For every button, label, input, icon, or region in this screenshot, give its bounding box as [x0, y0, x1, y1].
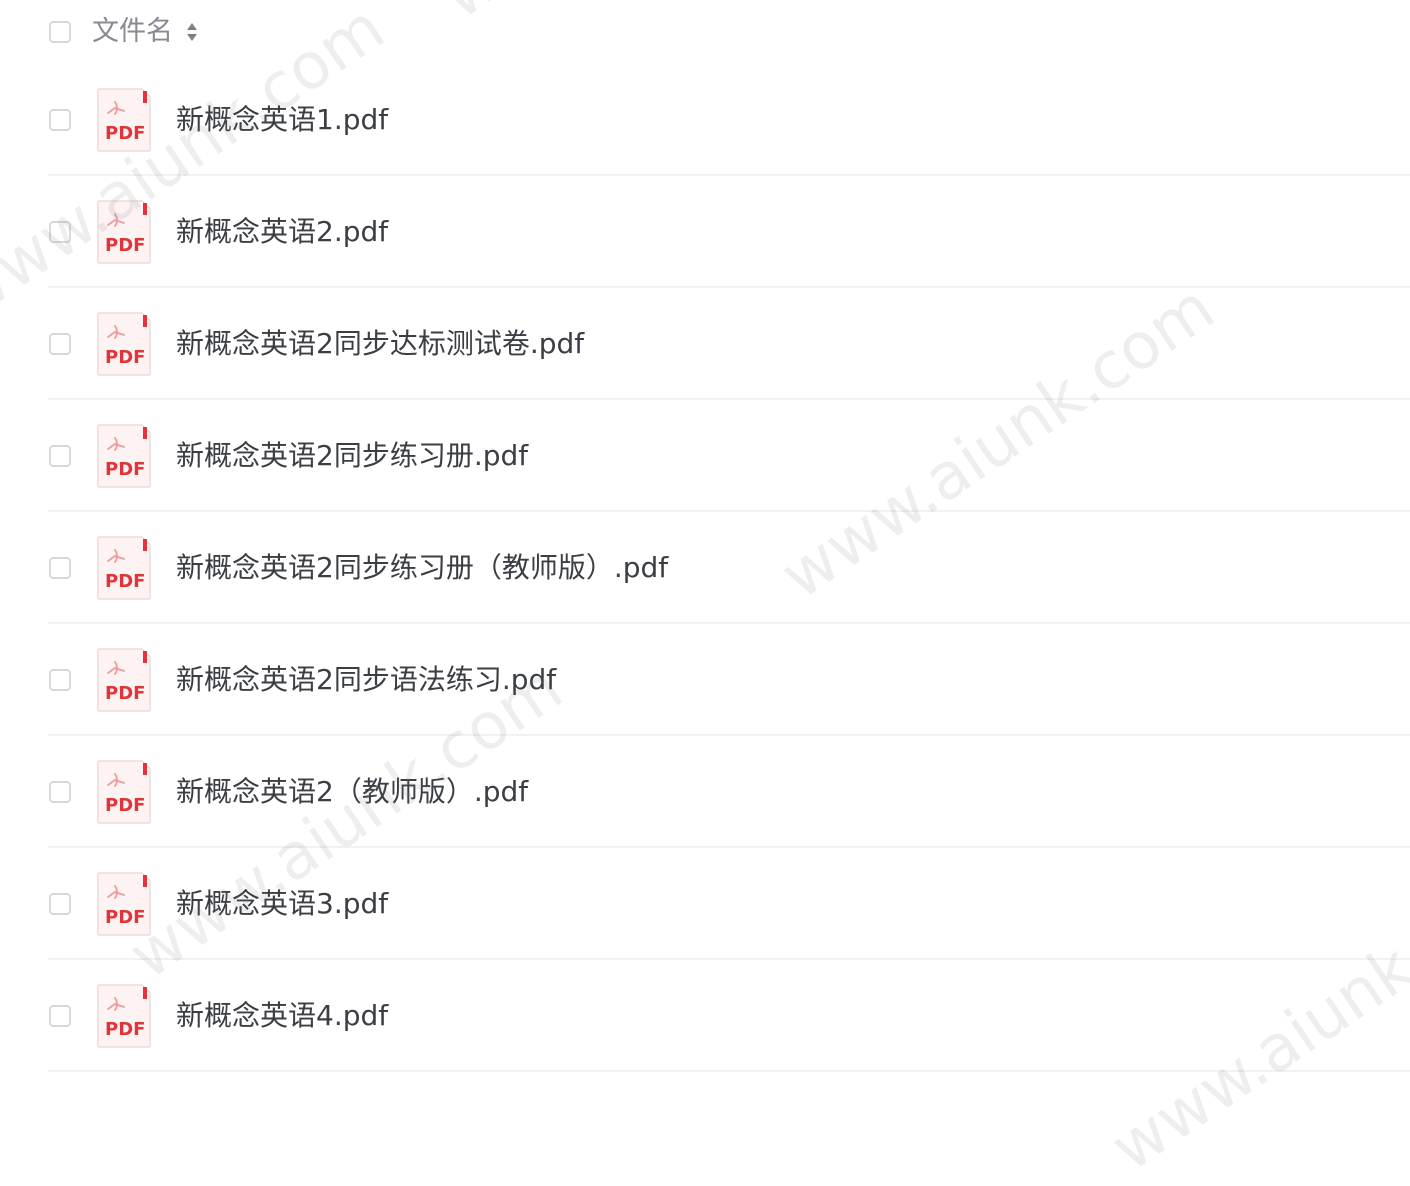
- pdf-badge-text: PDF: [105, 907, 145, 928]
- row-checkbox[interactable]: [49, 333, 71, 355]
- sort-icon[interactable]: [185, 20, 199, 44]
- pdf-badge-text: PDF: [105, 235, 145, 256]
- file-name[interactable]: 新概念英语2同步达标测试卷.pdf: [176, 324, 584, 364]
- pdf-badge-text: PDF: [105, 123, 145, 144]
- file-row[interactable]: PDF 新概念英语2同步练习册（教师版）.pdf: [0, 512, 1410, 624]
- row-checkbox[interactable]: [49, 445, 71, 467]
- pdf-badge-text: PDF: [105, 795, 145, 816]
- file-name[interactable]: 新概念英语2同步练习册（教师版）.pdf: [176, 548, 668, 588]
- pdf-badge-text: PDF: [105, 683, 145, 704]
- row-checkbox[interactable]: [49, 109, 71, 131]
- pdf-file-icon: PDF: [97, 536, 151, 600]
- pdf-file-icon: PDF: [97, 312, 151, 376]
- file-row[interactable]: PDF 新概念英语1.pdf: [0, 64, 1410, 176]
- file-name[interactable]: 新概念英语2同步练习册.pdf: [176, 436, 528, 476]
- row-divider: [48, 1070, 1410, 1072]
- file-row[interactable]: PDF 新概念英语2同步语法练习.pdf: [0, 624, 1410, 736]
- column-header-filename[interactable]: 文件名: [92, 14, 173, 50]
- row-checkbox[interactable]: [49, 1005, 71, 1027]
- row-checkbox[interactable]: [49, 557, 71, 579]
- pdf-badge-text: PDF: [105, 459, 145, 480]
- file-name[interactable]: 新概念英语2.pdf: [176, 212, 388, 252]
- file-row[interactable]: PDF 新概念英语4.pdf: [0, 960, 1410, 1072]
- pdf-file-icon: PDF: [97, 648, 151, 712]
- row-checkbox[interactable]: [49, 221, 71, 243]
- file-row[interactable]: PDF 新概念英语2同步达标测试卷.pdf: [0, 288, 1410, 400]
- file-name[interactable]: 新概念英语1.pdf: [176, 100, 388, 140]
- file-list: PDF 新概念英语1.pdf PDF 新概念英语2.pdf PDF 新概念英语2…: [0, 64, 1410, 1072]
- pdf-badge-text: PDF: [105, 347, 145, 368]
- pdf-file-icon: PDF: [97, 424, 151, 488]
- pdf-badge-text: PDF: [105, 1019, 145, 1040]
- file-row[interactable]: PDF 新概念英语2（教师版）.pdf: [0, 736, 1410, 848]
- file-name[interactable]: 新概念英语2（教师版）.pdf: [176, 772, 528, 812]
- file-name[interactable]: 新概念英语3.pdf: [176, 884, 388, 924]
- pdf-file-icon: PDF: [97, 200, 151, 264]
- file-row[interactable]: PDF 新概念英语2.pdf: [0, 176, 1410, 288]
- pdf-badge-text: PDF: [105, 571, 145, 592]
- select-all-checkbox[interactable]: [49, 21, 71, 43]
- file-row[interactable]: PDF 新概念英语2同步练习册.pdf: [0, 400, 1410, 512]
- row-checkbox[interactable]: [49, 781, 71, 803]
- file-list-header: 文件名: [0, 0, 1410, 64]
- pdf-file-icon: PDF: [97, 984, 151, 1048]
- pdf-file-icon: PDF: [97, 88, 151, 152]
- pdf-file-icon: PDF: [97, 872, 151, 936]
- row-checkbox[interactable]: [49, 669, 71, 691]
- row-checkbox[interactable]: [49, 893, 71, 915]
- file-name[interactable]: 新概念英语4.pdf: [176, 996, 388, 1036]
- file-name[interactable]: 新概念英语2同步语法练习.pdf: [176, 660, 556, 700]
- pdf-file-icon: PDF: [97, 760, 151, 824]
- file-row[interactable]: PDF 新概念英语3.pdf: [0, 848, 1410, 960]
